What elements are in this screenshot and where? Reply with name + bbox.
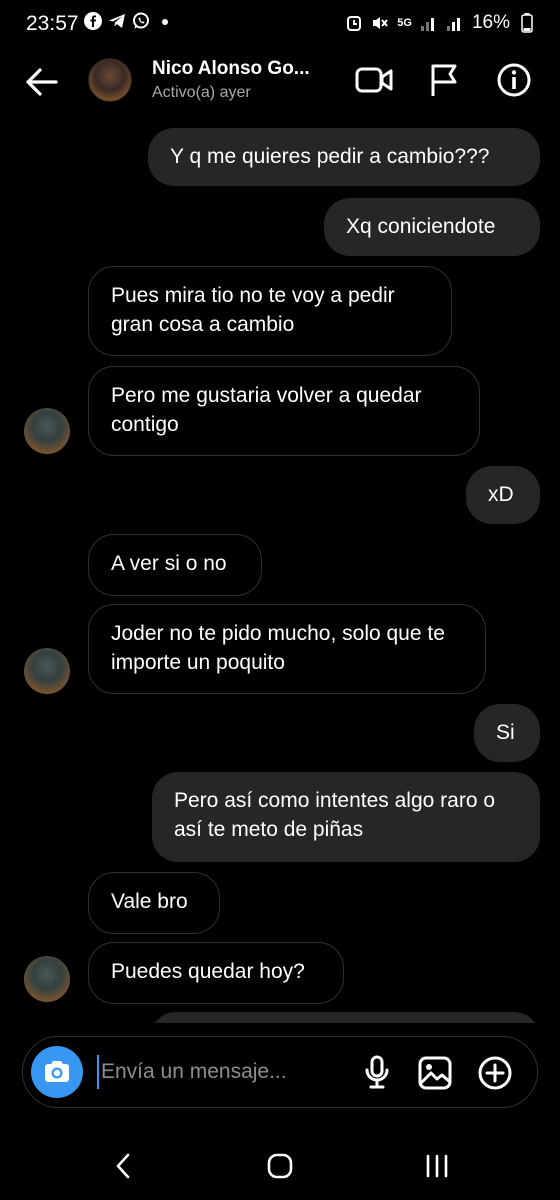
back-arrow-icon[interactable] (22, 64, 62, 100)
message-sent[interactable]: Y q me quieres pedir a cambio??? (148, 128, 540, 186)
gallery-icon[interactable] (415, 1053, 455, 1093)
message-received[interactable]: Joder no te pido mucho, solo que te impo… (88, 604, 486, 694)
message-received[interactable]: Pues mira tio no te voy a pedir gran cos… (88, 266, 452, 356)
chat-header: Nico Alonso Go... Activo(a) ayer (0, 48, 560, 116)
message-received[interactable]: A ver si o no (88, 534, 262, 596)
alarm-icon (345, 14, 363, 32)
video-call-icon[interactable] (354, 62, 394, 98)
contact-avatar[interactable] (24, 408, 70, 454)
message-sent-partial[interactable] (150, 1012, 540, 1023)
home-nav-icon[interactable] (255, 1146, 305, 1186)
contact-avatar[interactable] (24, 956, 70, 1002)
whatsapp-icon (132, 12, 150, 30)
back-nav-icon[interactable] (98, 1146, 148, 1186)
contact-avatar[interactable] (88, 58, 132, 102)
signal-icon (420, 14, 438, 32)
mute-icon (371, 14, 389, 32)
info-icon[interactable] (494, 62, 534, 98)
message-sent[interactable]: xD (466, 466, 540, 524)
contact-avatar[interactable] (24, 648, 70, 694)
system-nav-bar (0, 1130, 560, 1200)
camera-icon[interactable] (31, 1046, 83, 1098)
add-icon[interactable] (475, 1053, 515, 1093)
battery-percent: 16% (471, 12, 510, 33)
microphone-icon[interactable] (357, 1053, 397, 1093)
message-received[interactable]: Puedes quedar hoy? (88, 942, 344, 1004)
recents-nav-icon[interactable] (412, 1146, 462, 1186)
facebook-icon (84, 12, 102, 30)
network-type: 5G (397, 17, 412, 29)
message-sent[interactable]: Xq coniciendote (324, 198, 540, 256)
status-bar: 23:57 5G 16% (0, 0, 560, 48)
message-received[interactable]: Pero me gustaria volver a quedar contigo (88, 366, 480, 456)
message-sent[interactable]: Si (474, 704, 540, 762)
battery-icon (518, 13, 536, 33)
contact-status: Activo(a) ayer (152, 84, 251, 101)
dot-icon (156, 12, 174, 30)
message-composer (22, 1036, 538, 1108)
status-time: 23:57 (26, 12, 79, 35)
message-received[interactable]: Vale bro (88, 872, 220, 934)
flag-icon[interactable] (424, 62, 464, 98)
contact-name[interactable]: Nico Alonso Go... (152, 58, 310, 80)
message-sent[interactable]: Pero así como intentes algo raro o así t… (152, 772, 540, 862)
message-list[interactable]: Y q me quieres pedir a cambio??? Xq coni… (0, 118, 560, 1023)
message-input[interactable] (97, 1055, 341, 1089)
signal-icon (446, 14, 464, 32)
telegram-icon (108, 12, 126, 30)
